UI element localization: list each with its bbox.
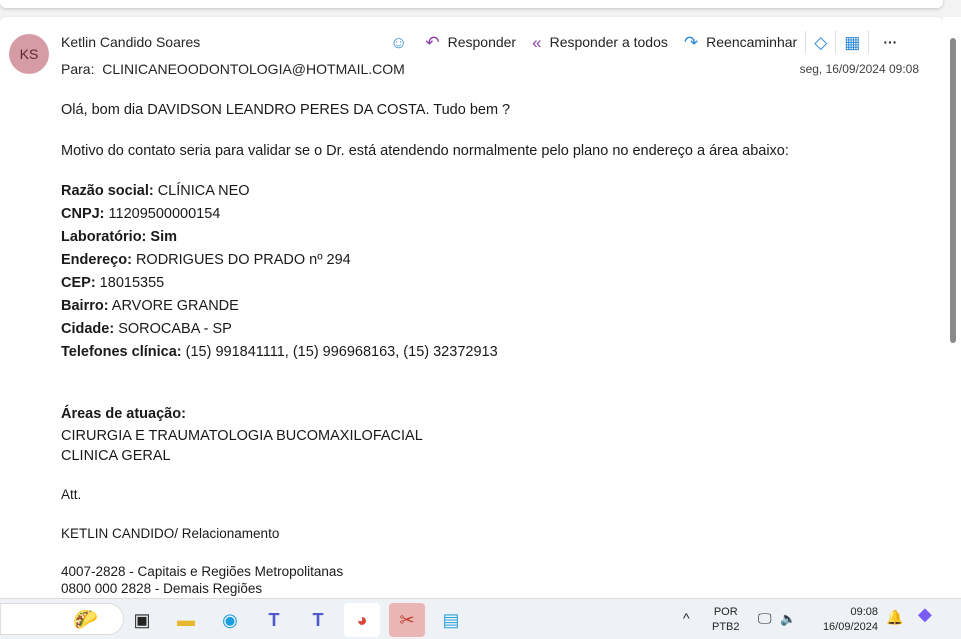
- reply-button[interactable]: ↶ Responder: [425, 34, 516, 51]
- avatar: KS: [9, 34, 49, 74]
- notepad-icon[interactable]: ▤: [433, 603, 469, 637]
- field-value: CLÍNICA NEO: [153, 183, 250, 199]
- file-explorer-icon[interactable]: ▬: [168, 603, 204, 637]
- sender-name[interactable]: Ketlin Candido Soares: [61, 34, 200, 50]
- closing: Att.: [61, 487, 82, 502]
- field-value: Sim: [146, 229, 178, 245]
- forward-icon: ↷: [683, 32, 699, 52]
- keyboard-layout: PTB2: [712, 621, 740, 633]
- field-label: Razão social:: [61, 183, 154, 199]
- network-icon[interactable]: 🖵: [758, 611, 772, 626]
- teams-icon[interactable]: T: [256, 603, 292, 637]
- clock[interactable]: 09:08 16/09/2024: [812, 605, 878, 635]
- field-row: CNPJ: 11209500000154: [61, 203, 789, 226]
- areas-title: Áreas de atuação:: [61, 404, 789, 424]
- task-view-icon[interactable]: ▣: [124, 603, 160, 637]
- volume-icon[interactable]: 🔈: [780, 611, 796, 626]
- field-label: CEP:: [61, 275, 96, 291]
- areas-title-text: Áreas de atuação:: [61, 406, 186, 422]
- email-message: KS Ketlin Candido Soares Para: CLINICANE…: [0, 17, 943, 607]
- forward-label: Reencaminhar: [706, 34, 798, 50]
- field-row: Cidade: SOROCABA - SP: [61, 318, 789, 341]
- edge-icon[interactable]: ◉: [212, 603, 248, 637]
- field-value: ARVORE GRANDE: [108, 298, 239, 314]
- phone-line: 0800 000 2828 - Demais Regiões: [61, 581, 263, 596]
- previous-message-card: [0, 0, 943, 8]
- reply-all-icon: «: [532, 32, 542, 52]
- intro: Motivo do contato seria para validar se …: [61, 143, 789, 159]
- field-value: 11209500000154: [104, 206, 221, 222]
- reply-icon: ↶: [425, 32, 440, 52]
- field-label: Bairro:: [61, 298, 109, 314]
- area-item: CLINICA GERAL: [61, 448, 171, 464]
- teams-work-icon[interactable]: T: [300, 603, 336, 637]
- recipient-line: Para: CLINICANEOODONTOLOGIA@HOTMAIL.COM: [61, 61, 405, 77]
- scrollbar-thumb[interactable]: [950, 38, 956, 343]
- reply-all-button[interactable]: « Responder a todos: [532, 34, 668, 51]
- field-value: SOROCABA - SP: [114, 321, 232, 337]
- more-options-button[interactable]: ···: [883, 34, 897, 50]
- notification-bell-icon[interactable]: 🔔: [886, 610, 903, 625]
- apps-icon[interactable]: ▦: [844, 34, 860, 51]
- field-row: Telefones clínica: (15) 991841111, (15) …: [61, 341, 789, 364]
- greeting: Olá, bom dia DAVIDSON LEANDRO PERES DA C…: [61, 102, 511, 118]
- area-item: CIRURGIA E TRAUMATOLOGIA BUCOMAXILOFACIA…: [61, 428, 423, 444]
- reply-label: Responder: [447, 34, 517, 50]
- signature: KETLIN CANDIDO/ Relacionamento: [61, 526, 280, 541]
- phone-list: 4007-2828 - Capitais e Regiões Metropoli…: [61, 563, 343, 597]
- field-row: Laboratório: Sim: [61, 226, 789, 249]
- scrollbar[interactable]: [943, 17, 961, 598]
- field-label: CNPJ:: [61, 206, 105, 222]
- divider: [868, 31, 870, 53]
- chrome-icon[interactable]: ◕: [344, 603, 380, 637]
- field-value: RODRIGUES DO PRADO nº 294: [131, 252, 351, 268]
- field-row: Bairro: ARVORE GRANDE: [61, 295, 789, 318]
- field-row: Endereço: RODRIGUES DO PRADO nº 294: [61, 249, 789, 272]
- divider: [805, 31, 807, 53]
- clock-time: 09:08: [850, 606, 878, 618]
- tag-icon[interactable]: ◇: [814, 34, 827, 51]
- email-date: seg, 16/09/2024 09:08: [799, 62, 919, 76]
- field-value: (15) 991841111, (15) 996968163, (15) 323…: [181, 344, 498, 360]
- clock-date: 16/09/2024: [822, 621, 878, 633]
- reply-all-label: Responder a todos: [549, 34, 668, 50]
- field-value: 18015355: [95, 275, 165, 291]
- taskbar: 🌮 ▣ ▬ ◉ T T ◕ ✂ ▤ ^ POR PTB2 🖵 🔈 09:08 16/…: [0, 598, 961, 639]
- action-toolbar: ☺ ↶ Responder « Responder a todos ↷ Reencam…: [390, 31, 897, 53]
- recipient-email[interactable]: CLINICANEOODONTOLOGIA@HOTMAIL.COM: [102, 61, 405, 77]
- forward-button[interactable]: ↷ Reencaminhar: [684, 34, 797, 51]
- show-hidden-icons-icon[interactable]: ^: [683, 611, 690, 626]
- field-label: Endereço:: [61, 252, 132, 268]
- to-label: Para:: [61, 61, 95, 77]
- email-body: Olá, bom dia DAVIDSON LEANDRO PERES DA C…: [61, 99, 789, 544]
- field-label: Telefones clínica:: [61, 344, 182, 360]
- field-label: Laboratório:: [61, 229, 147, 245]
- taskbar-search[interactable]: 🌮: [0, 603, 124, 635]
- copilot-icon[interactable]: ◆: [918, 605, 932, 623]
- field-row: Razão social: CLÍNICA NEO: [61, 180, 789, 203]
- phone-line: 4007-2828 - Capitais e Regiões Metropoli…: [61, 564, 344, 579]
- snipping-tool-icon[interactable]: ✂: [389, 603, 425, 637]
- language-indicator[interactable]: POR PTB2: [712, 605, 740, 635]
- taco-icon: 🌮: [73, 609, 98, 631]
- emoji-reaction-icon[interactable]: ☺: [390, 34, 407, 51]
- field-row: CEP: 18015355: [61, 272, 789, 295]
- language-code: POR: [713, 606, 738, 618]
- divider: [835, 31, 837, 53]
- field-label: Cidade:: [61, 321, 115, 337]
